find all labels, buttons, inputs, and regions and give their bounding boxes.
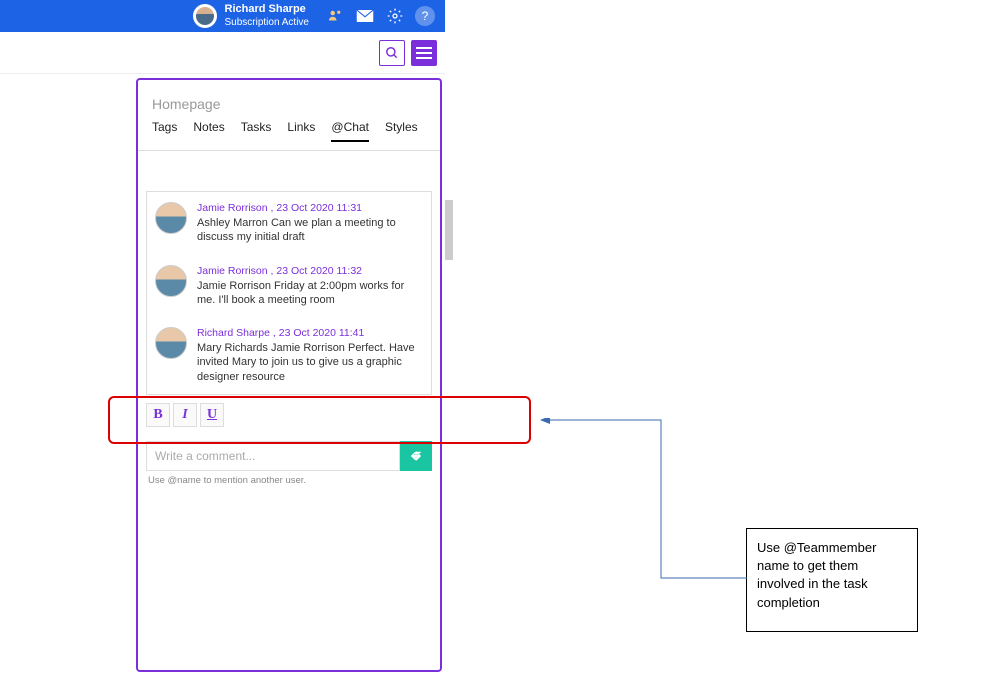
message-item: Richard Sharpe , 23 Oct 2020 11:41 Mary … — [147, 317, 431, 394]
message-text: Jamie Rorrison Friday at 2:00pm works fo… — [197, 279, 423, 308]
message-author: Jamie Rorrison — [197, 265, 268, 277]
tab-links[interactable]: Links — [287, 120, 315, 142]
people-icon[interactable] — [325, 6, 345, 26]
underline-button[interactable]: U — [200, 403, 224, 427]
avatar-icon — [155, 327, 187, 359]
message-list: Jamie Rorrison , 23 Oct 2020 11:31 Ashle… — [146, 191, 432, 395]
user-name: Richard Sharpe — [225, 3, 310, 16]
message-meta: Jamie Rorrison , 23 Oct 2020 11:32 — [197, 265, 423, 277]
user-avatar-icon — [193, 4, 217, 28]
bold-button[interactable]: B — [146, 403, 170, 427]
comment-input[interactable] — [146, 441, 400, 471]
user-block[interactable]: Richard Sharpe Subscription Active — [193, 3, 310, 28]
topbar: Richard Sharpe Subscription Active ? — [0, 0, 445, 32]
tab-styles[interactable]: Styles — [385, 120, 418, 142]
compose-row — [146, 441, 432, 471]
annotation-box: Use @Teammember name to get them involve… — [746, 528, 918, 632]
message-item: Jamie Rorrison , 23 Oct 2020 11:32 Jamie… — [147, 255, 431, 318]
message-time: 23 Oct 2020 11:41 — [279, 327, 365, 339]
message-text: Ashley Marron Can we plan a meeting to d… — [197, 216, 423, 245]
format-toolbar: B I U — [146, 403, 432, 427]
send-button[interactable] — [400, 441, 432, 471]
chat-panel: Homepage Tags Notes Tasks Links @Chat St… — [136, 78, 442, 672]
message-time: 23 Oct 2020 11:32 — [276, 265, 362, 277]
user-status: Subscription Active — [225, 17, 310, 29]
message-time: 23 Oct 2020 11:31 — [276, 202, 362, 214]
tabs: Tags Notes Tasks Links @Chat Styles — [138, 120, 440, 151]
message-text: Mary Richards Jamie Rorrison Perfect. Ha… — [197, 341, 423, 384]
message-item: Jamie Rorrison , 23 Oct 2020 11:31 Ashle… — [147, 192, 431, 255]
avatar-icon — [155, 202, 187, 234]
italic-button[interactable]: I — [173, 403, 197, 427]
search-button[interactable] — [379, 40, 405, 66]
mention-hint: Use @name to mention another user. — [148, 475, 430, 486]
tab-chat[interactable]: @Chat — [331, 120, 369, 142]
tab-tags[interactable]: Tags — [152, 120, 177, 142]
avatar-icon — [155, 265, 187, 297]
scrollbar[interactable] — [445, 200, 453, 260]
message-author: Jamie Rorrison — [197, 202, 268, 214]
tab-notes[interactable]: Notes — [193, 120, 224, 142]
annotation-arrow-icon — [531, 418, 761, 588]
mail-icon[interactable] — [355, 6, 375, 26]
user-text: Richard Sharpe Subscription Active — [225, 3, 310, 28]
breadcrumb: Homepage — [138, 80, 440, 120]
secondbar — [0, 32, 445, 74]
gear-icon[interactable] — [385, 6, 405, 26]
tab-tasks[interactable]: Tasks — [241, 120, 272, 142]
hamburger-menu-button[interactable] — [411, 40, 437, 66]
message-meta: Richard Sharpe , 23 Oct 2020 11:41 — [197, 327, 423, 339]
message-author: Richard Sharpe — [197, 327, 270, 339]
message-meta: Jamie Rorrison , 23 Oct 2020 11:31 — [197, 202, 423, 214]
help-icon[interactable]: ? — [415, 6, 435, 26]
